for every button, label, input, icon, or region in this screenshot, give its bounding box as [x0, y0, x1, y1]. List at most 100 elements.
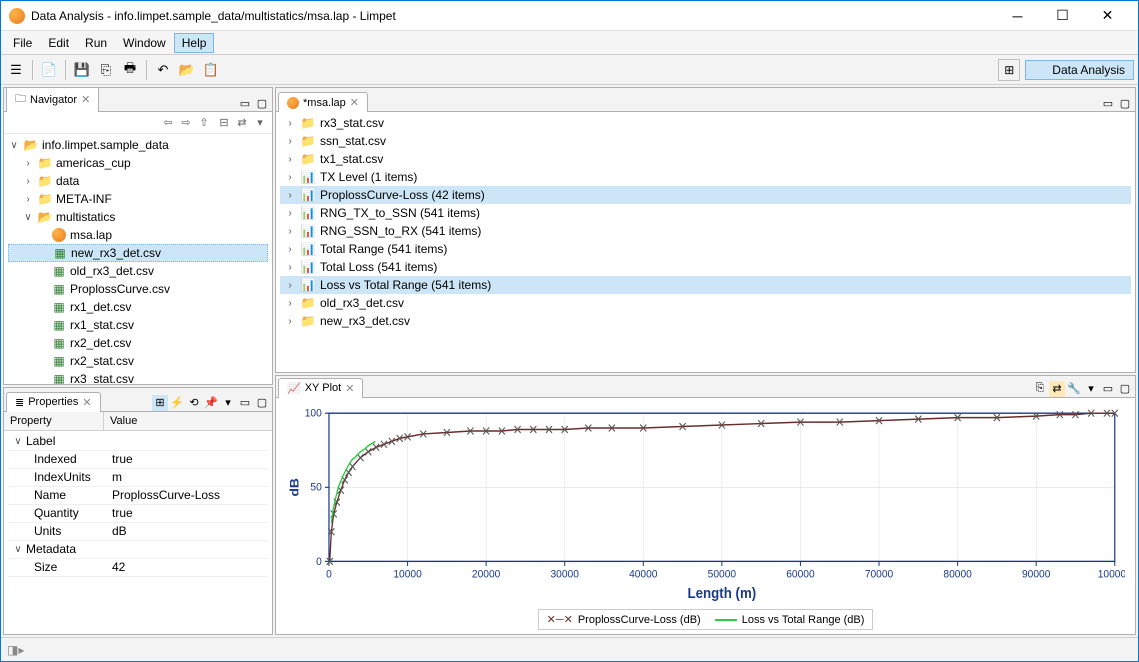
editor-item[interactable]: ›📁old_rx3_det.csv [280, 294, 1131, 312]
menu-window[interactable]: Window [115, 33, 174, 53]
menu-help[interactable]: Help [174, 33, 215, 53]
tree-file[interactable]: ▦rx3_stat.csv [8, 370, 268, 384]
properties-col-value: Value [104, 412, 143, 430]
tree-file[interactable]: ▦rx1_det.csv [8, 298, 268, 316]
svg-text:Length (m): Length (m) [688, 584, 757, 601]
editor-item[interactable]: ›📊Total Loss (541 items) [280, 258, 1131, 276]
tree-file[interactable]: msa.lap [8, 226, 268, 244]
collapse-all-icon[interactable]: ⊟ [216, 115, 232, 131]
svg-text:dB: dB [287, 478, 301, 496]
editor-item[interactable]: ›📊ProplossCurve-Loss (42 items) [280, 186, 1131, 204]
navigator-close-icon[interactable]: ✕ [81, 93, 90, 106]
legend-line-icon [715, 619, 737, 621]
editor-item[interactable]: ›📁rx3_stat.csv [280, 114, 1131, 132]
editor-tree[interactable]: ›📁rx3_stat.csv›📁ssn_stat.csv›📁tx1_stat.c… [276, 112, 1135, 372]
tree-folder[interactable]: ›📁data [8, 172, 268, 190]
menu-edit[interactable]: Edit [40, 33, 77, 53]
lap-icon [287, 97, 299, 109]
property-row[interactable]: ∨Metadata [8, 541, 268, 559]
svg-text:0: 0 [326, 568, 332, 581]
properties-body[interactable]: ∨LabelIndexedtrueIndexUnitsmNameProploss… [4, 431, 272, 634]
minimize-pane-icon[interactable]: ▭ [1100, 381, 1116, 397]
forward-icon[interactable]: ⇨ [178, 115, 194, 131]
svg-text:100000: 100000 [1098, 568, 1125, 581]
settings-icon[interactable]: 🔧 [1066, 381, 1082, 397]
up-icon[interactable]: ⇧ [196, 115, 212, 131]
maximize-pane-icon[interactable]: ▢ [254, 395, 270, 411]
perspective-icon [1034, 63, 1048, 77]
link-editor-icon[interactable]: ⇄ [234, 115, 250, 131]
tree-file[interactable]: ▦rx2_det.csv [8, 334, 268, 352]
editor-item[interactable]: ›📊TX Level (1 items) [280, 168, 1131, 186]
paste-icon[interactable]: 📋 [200, 59, 222, 81]
perspective-data-analysis[interactable]: Data Analysis [1025, 60, 1134, 80]
toggle-icon[interactable]: ⇄ [1049, 381, 1065, 397]
navigator-tab[interactable]: 🗀 Navigator ✕ [6, 87, 99, 112]
xyplot-title: XY Plot [305, 382, 342, 394]
property-row[interactable]: IndexUnitsm [8, 469, 268, 487]
editor-tab[interactable]: *msa.lap ✕ [278, 92, 368, 112]
editor-item[interactable]: ›📁new_rx3_det.csv [280, 312, 1131, 330]
close-button[interactable]: ✕ [1085, 1, 1130, 31]
editor-item[interactable]: ›📊RNG_TX_to_SSN (541 items) [280, 204, 1131, 222]
minimize-pane-icon[interactable]: ▭ [237, 95, 253, 111]
new-menu-icon[interactable]: ☰ [5, 59, 27, 81]
properties-tab[interactable]: ≣ Properties ✕ [6, 392, 101, 412]
editor-item[interactable]: ›📊Loss vs Total Range (541 items) [280, 276, 1131, 294]
maximize-pane-icon[interactable]: ▢ [1117, 95, 1133, 111]
property-row[interactable]: NameProplossCurve-Loss [8, 487, 268, 505]
view-menu-icon[interactable]: ▾ [252, 115, 268, 131]
svg-text:80000: 80000 [943, 568, 971, 581]
xyplot-close-icon[interactable]: ✕ [345, 382, 354, 395]
editor-item[interactable]: ›📊RNG_SSN_to_RX (541 items) [280, 222, 1131, 240]
show-advanced-icon[interactable]: ⚡ [169, 395, 185, 411]
tree-file-selected[interactable]: ▦new_rx3_det.csv [8, 244, 268, 262]
print-icon[interactable]: 🖶 [119, 59, 141, 81]
copy-icon[interactable]: ⎘ [1032, 381, 1048, 397]
plot-area[interactable]: 0100002000030000400005000060000700008000… [286, 404, 1125, 605]
new-dropdown-icon[interactable]: 📄 [38, 59, 60, 81]
window-title: Data Analysis - info.limpet.sample_data/… [31, 9, 995, 23]
editor-item[interactable]: ›📁tx1_stat.csv [280, 150, 1131, 168]
tree-file[interactable]: ▦rx2_stat.csv [8, 352, 268, 370]
minimize-button[interactable]: ─ [995, 1, 1040, 31]
tree-folder[interactable]: ›📁americas_cup [8, 154, 268, 172]
navigator-tree[interactable]: ∨📂info.limpet.sample_data ›📁americas_cup… [4, 134, 272, 384]
maximize-button[interactable]: ☐ [1040, 1, 1085, 31]
save-all-icon[interactable]: ⎘ [95, 59, 117, 81]
tree-file[interactable]: ▦ProplossCurve.csv [8, 280, 268, 298]
save-icon[interactable]: 💾 [71, 59, 93, 81]
maximize-pane-icon[interactable]: ▢ [1117, 381, 1133, 397]
undo-icon[interactable]: ↶ [152, 59, 174, 81]
property-row[interactable]: Indexedtrue [8, 451, 268, 469]
back-icon[interactable]: ⇦ [160, 115, 176, 131]
menu-file[interactable]: File [5, 33, 40, 53]
xyplot-tab[interactable]: 📈 XY Plot ✕ [278, 378, 363, 398]
property-row[interactable]: Quantitytrue [8, 505, 268, 523]
properties-close-icon[interactable]: ✕ [82, 396, 91, 409]
tree-root[interactable]: ∨📂info.limpet.sample_data [8, 136, 268, 154]
minimize-pane-icon[interactable]: ▭ [237, 395, 253, 411]
view-menu-icon[interactable]: ▾ [220, 395, 236, 411]
view-menu-icon[interactable]: ▾ [1083, 381, 1099, 397]
editor-item[interactable]: ›📊Total Range (541 items) [280, 240, 1131, 258]
show-categories-icon[interactable]: ⊞ [152, 395, 168, 411]
maximize-pane-icon[interactable]: ▢ [254, 95, 270, 111]
svg-text:50000: 50000 [708, 568, 736, 581]
property-row[interactable]: ∨Label [8, 433, 268, 451]
svg-text:0: 0 [316, 555, 322, 568]
tree-file[interactable]: ▦old_rx3_det.csv [8, 262, 268, 280]
property-row[interactable]: Size42 [8, 559, 268, 577]
tree-folder[interactable]: ∨📂multistatics [8, 208, 268, 226]
open-perspective-icon[interactable]: ⊞ [998, 59, 1020, 81]
defaults-icon[interactable]: ⟲ [186, 395, 202, 411]
editor-item[interactable]: ›📁ssn_stat.csv [280, 132, 1131, 150]
editor-close-icon[interactable]: ✕ [350, 96, 359, 109]
tree-folder[interactable]: ›📁META-INF [8, 190, 268, 208]
tree-file[interactable]: ▦rx1_stat.csv [8, 316, 268, 334]
open-folder-icon[interactable]: 📂 [176, 59, 198, 81]
property-row[interactable]: UnitsdB [8, 523, 268, 541]
pin-icon[interactable]: 📌 [203, 395, 219, 411]
menu-run[interactable]: Run [77, 33, 115, 53]
minimize-pane-icon[interactable]: ▭ [1100, 95, 1116, 111]
